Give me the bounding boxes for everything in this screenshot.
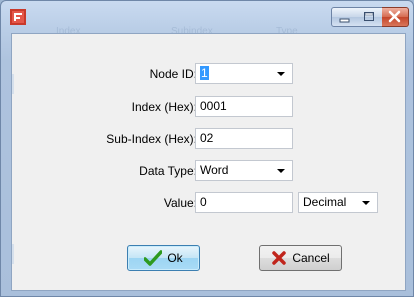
edge-mark (12, 244, 14, 264)
data-type-label: Data Type: (139, 164, 197, 178)
cancel-button[interactable]: Cancel (259, 245, 342, 271)
data-type-value: Word (200, 163, 229, 177)
app-icon (10, 9, 26, 25)
data-type-select[interactable]: Word (195, 160, 293, 181)
node-id-label: Node ID: (149, 67, 197, 81)
dialog-client-area: Node ID: 1 Index (Hex): 0001 Sub-Index (… (11, 33, 406, 291)
node-id-select[interactable]: 1 (195, 63, 293, 84)
maximize-button[interactable] (357, 7, 383, 27)
title-bar[interactable]: Index Subindex Type (1, 1, 414, 37)
dialog-window: Index Subindex Type Node ID: 1 Index (He… (0, 0, 414, 297)
sub-index-label: Sub-Index (Hex): (106, 132, 197, 146)
value-label: Value: (163, 196, 197, 210)
index-input[interactable]: 0001 (195, 96, 293, 117)
close-button[interactable] (382, 7, 409, 27)
value-format-value: Decimal (303, 195, 347, 209)
index-label: Index (Hex): (131, 100, 197, 114)
ok-button-label: Ok (167, 251, 183, 265)
sub-index-input[interactable]: 02 (195, 128, 293, 149)
minimize-button[interactable] (331, 7, 358, 27)
ok-button[interactable]: Ok (127, 245, 200, 271)
chevron-down-icon (277, 169, 285, 173)
maximize-icon (364, 12, 374, 21)
value-input[interactable]: 0 (195, 192, 293, 213)
value-format-select[interactable]: Decimal (298, 192, 378, 213)
x-icon (272, 251, 287, 265)
minimize-icon (339, 18, 350, 23)
chevron-down-icon (362, 201, 370, 205)
close-icon (388, 10, 401, 23)
node-id-value: 1 (200, 66, 209, 80)
chevron-down-icon (277, 72, 285, 76)
checkmark-icon (144, 250, 163, 266)
cancel-button-label: Cancel (292, 251, 330, 265)
